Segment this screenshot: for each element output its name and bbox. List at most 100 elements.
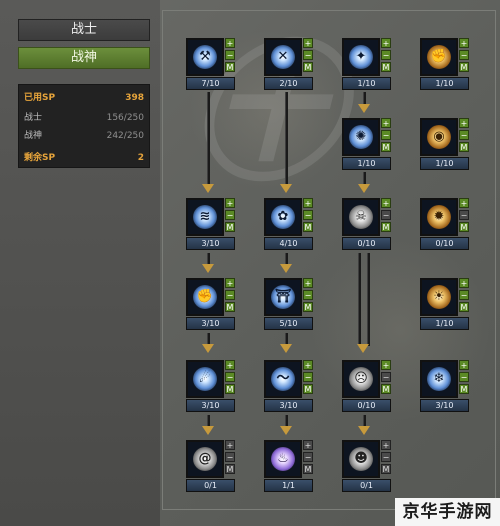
max-button[interactable]: M — [303, 384, 313, 394]
skill-slot[interactable]: ☀ + − M 1/10 — [420, 278, 474, 332]
skill-slot[interactable]: ◉ + − M 1/10 — [420, 118, 474, 172]
demon-face-icon[interactable]: ☹ — [342, 360, 380, 398]
plus-button[interactable]: + — [303, 278, 313, 288]
max-button[interactable]: M — [225, 302, 235, 312]
plus-button[interactable]: + — [303, 198, 313, 208]
skill-slot[interactable]: ✺ + − M 1/10 — [342, 118, 396, 172]
skill-slot[interactable]: ☄ + − M 3/10 — [186, 360, 240, 414]
vortex-icon[interactable]: ☄ — [186, 360, 224, 398]
max-button[interactable]: M — [303, 222, 313, 232]
axe-swing-icon[interactable]: ✕ — [264, 38, 302, 76]
plus-button[interactable]: + — [225, 278, 235, 288]
plus-button[interactable]: + — [459, 198, 469, 208]
max-button[interactable]: M — [381, 384, 391, 394]
skill-slot[interactable]: ✊ + − M 3/10 — [186, 278, 240, 332]
plus-button[interactable]: + — [303, 360, 313, 370]
plus-button[interactable]: + — [225, 198, 235, 208]
skill-slot[interactable]: ⛩ + − M 5/10 — [264, 278, 318, 332]
max-button[interactable]: M — [459, 384, 469, 394]
minus-button[interactable]: − — [381, 452, 391, 462]
max-button[interactable]: M — [303, 302, 313, 312]
skill-slot[interactable]: ☹ + − M 0/10 — [342, 360, 396, 414]
minus-button[interactable]: − — [303, 290, 313, 300]
minus-button[interactable]: − — [381, 130, 391, 140]
max-button[interactable]: M — [381, 464, 391, 474]
plus-button[interactable]: + — [225, 440, 235, 450]
plus-button[interactable]: + — [225, 38, 235, 48]
plus-button[interactable]: + — [459, 278, 469, 288]
pillar-icon[interactable]: ⛩ — [264, 278, 302, 316]
minus-button[interactable]: − — [225, 372, 235, 382]
minus-button[interactable]: − — [225, 210, 235, 220]
plus-button[interactable]: + — [303, 440, 313, 450]
max-button[interactable]: M — [225, 222, 235, 232]
skill-slot[interactable]: 〜 + − M 3/10 — [264, 360, 318, 414]
max-button[interactable]: M — [381, 62, 391, 72]
max-button[interactable]: M — [459, 62, 469, 72]
smash-icon[interactable]: ✊ — [186, 278, 224, 316]
plus-button[interactable]: + — [225, 360, 235, 370]
max-button[interactable]: M — [303, 62, 313, 72]
wave-icon[interactable]: 〜 — [264, 360, 302, 398]
minus-button[interactable]: − — [225, 452, 235, 462]
plus-button[interactable]: + — [459, 38, 469, 48]
skill-slot[interactable]: @ + − M 0/1 — [186, 440, 240, 494]
minus-button[interactable]: − — [225, 290, 235, 300]
hammer-swing-icon[interactable]: ⚒ — [186, 38, 224, 76]
purple-flame-icon[interactable]: ♨ — [264, 440, 302, 478]
plus-button[interactable]: + — [303, 38, 313, 48]
skill-slot[interactable]: ♨ + − M 1/1 — [264, 440, 318, 494]
plus-button[interactable]: + — [381, 360, 391, 370]
skill-slot[interactable]: ✦ + − M 1/10 — [342, 38, 396, 92]
fire-fist-icon[interactable]: ✊ — [420, 38, 458, 76]
max-button[interactable]: M — [459, 142, 469, 152]
plus-button[interactable]: + — [381, 198, 391, 208]
skull-icon[interactable]: ☠ — [342, 198, 380, 236]
wind-blade-icon[interactable]: ≋ — [186, 198, 224, 236]
skill-slot[interactable]: ✊ + − M 1/10 — [420, 38, 474, 92]
max-button[interactable]: M — [303, 464, 313, 474]
frost-hands-icon[interactable]: ❄ — [420, 360, 458, 398]
sun-aura-icon[interactable]: ☀ — [420, 278, 458, 316]
tab-warrior[interactable]: 战士 — [18, 19, 150, 41]
minus-button[interactable]: − — [459, 50, 469, 60]
plus-button[interactable]: + — [381, 118, 391, 128]
minus-button[interactable]: − — [381, 210, 391, 220]
shield-burst-icon[interactable]: ✦ — [342, 38, 380, 76]
plus-button[interactable]: + — [459, 118, 469, 128]
skill-slot[interactable]: ✿ + − M 4/10 — [264, 198, 318, 252]
max-button[interactable]: M — [225, 464, 235, 474]
minus-button[interactable]: − — [459, 372, 469, 382]
golden-guard-icon[interactable]: ◉ — [420, 118, 458, 156]
minus-button[interactable]: − — [381, 372, 391, 382]
cyclone-icon[interactable]: @ — [186, 440, 224, 478]
skill-slot[interactable]: ☠ + − M 0/10 — [342, 198, 396, 252]
max-button[interactable]: M — [225, 62, 235, 72]
minus-button[interactable]: − — [381, 50, 391, 60]
max-button[interactable]: M — [381, 222, 391, 232]
skill-slot[interactable]: ≋ + − M 3/10 — [186, 198, 240, 252]
paw-strike-icon[interactable]: ✿ — [264, 198, 302, 236]
max-button[interactable]: M — [459, 222, 469, 232]
max-button[interactable]: M — [381, 142, 391, 152]
minus-button[interactable]: − — [459, 290, 469, 300]
skill-slot[interactable]: ✹ + − M 0/10 — [420, 198, 474, 252]
plus-button[interactable]: + — [459, 360, 469, 370]
minus-button[interactable]: − — [459, 130, 469, 140]
minus-button[interactable]: − — [459, 210, 469, 220]
plus-button[interactable]: + — [381, 440, 391, 450]
flame-burst-icon[interactable]: ✹ — [420, 198, 458, 236]
minus-button[interactable]: − — [303, 50, 313, 60]
skill-slot[interactable]: ❄ + − M 3/10 — [420, 360, 474, 414]
skill-slot[interactable]: ☻ + − M 0/1 — [342, 440, 396, 494]
max-button[interactable]: M — [225, 384, 235, 394]
skill-slot[interactable]: ⚒ + − M 7/10 — [186, 38, 240, 92]
minus-button[interactable]: − — [303, 372, 313, 382]
minus-button[interactable]: − — [303, 210, 313, 220]
skill-slot[interactable]: ✕ + − M 2/10 — [264, 38, 318, 92]
minus-button[interactable]: − — [303, 452, 313, 462]
spirit-icon[interactable]: ✺ — [342, 118, 380, 156]
minus-button[interactable]: − — [225, 50, 235, 60]
tab-god[interactable]: 战神 — [18, 47, 150, 69]
max-button[interactable]: M — [459, 302, 469, 312]
